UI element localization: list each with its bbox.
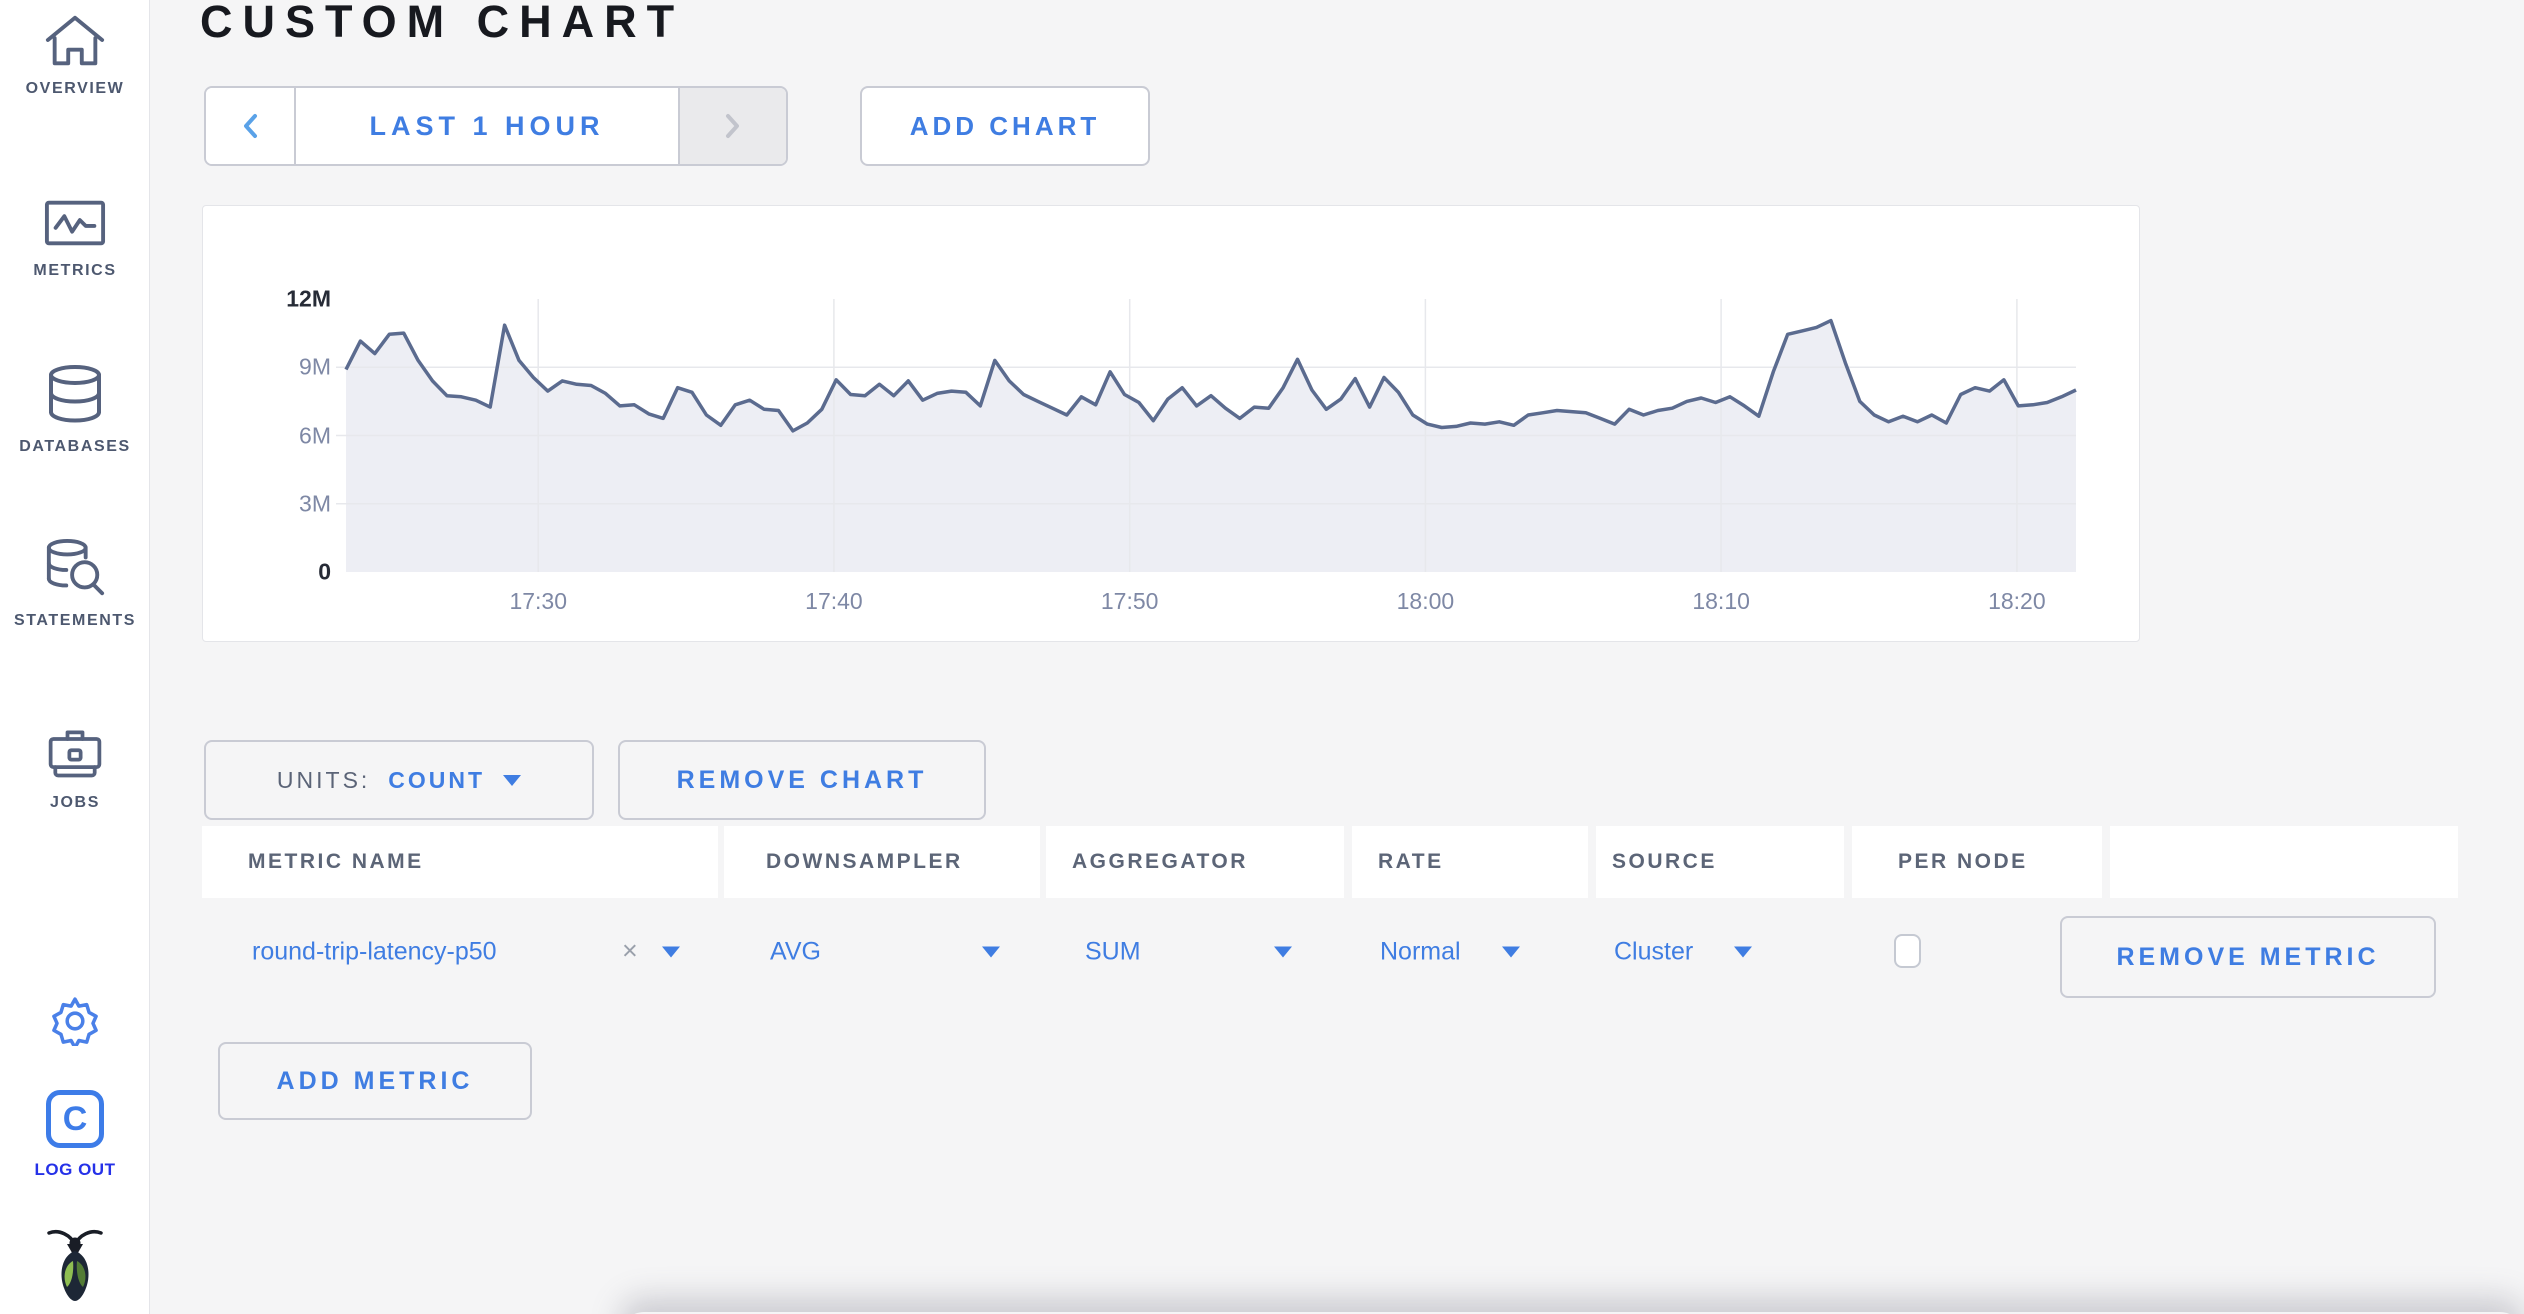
column-header-metric-name: METRIC NAME [248,850,424,873]
y-tick-label: 0 [318,558,331,585]
per-node-checkbox[interactable] [1894,934,1921,968]
page-title: CUSTOM CHART [200,0,685,47]
source-caret-down-icon[interactable] [1734,946,1752,958]
cockroach-c-logo: C [46,1090,104,1148]
databases-icon [49,365,101,423]
rate-select[interactable]: Normal [1380,938,1461,967]
x-tick-label: 17:50 [1100,588,1159,614]
home-icon [45,15,105,66]
sidebar-item-label: METRICS [33,262,117,279]
sidebar-item-overview[interactable]: OVERVIEW [0,12,150,98]
sidebar-item-label: DATABASES [19,438,131,455]
sidebar-item-label: JOBS [50,794,100,811]
chart-card: 0 3M 6M 9M 12M 17:30 17:40 17:50 18:00 18:10 18:2… [202,205,2140,642]
column-header-downsampler: DOWNSAMPLER [766,850,963,873]
cockroach-bug-icon [47,1230,103,1301]
y-tick-label: 12M [286,285,331,312]
sidebar: OVERVIEW METRICS DATABASES STATEMENTS JO… [0,0,150,1314]
source-select[interactable]: Cluster [1614,938,1693,967]
sidebar-item-settings[interactable] [0,996,150,1046]
brand-logo [0,1226,150,1304]
aggregator-caret-down-icon[interactable] [1274,946,1292,958]
y-tick-label: 9M [299,353,331,380]
units-label: UNITS: [276,766,371,793]
c-logo-letter: C [62,1099,88,1138]
statements-icon [46,538,105,596]
column-header-aggregator: AGGREGATOR [1072,850,1248,873]
column-header-per-node: PER NODE [1898,850,2028,873]
sidebar-item-label: OVERVIEW [25,80,125,97]
sidebar-item-databases[interactable]: DATABASES [0,364,150,456]
downsampler-caret-down-icon[interactable] [982,946,1000,958]
chevron-left-icon [244,114,257,138]
y-tick-label: 6M [299,422,331,448]
time-range-label[interactable]: LAST 1 HOUR [296,88,678,164]
add-chart-button[interactable]: ADD CHART [860,86,1150,166]
add-metric-button[interactable]: ADD METRIC [218,1042,532,1120]
x-tick-label: 17:30 [509,588,567,614]
x-tick-label: 17:40 [805,588,863,614]
sidebar-item-label: STATEMENTS [13,612,137,629]
logout-label: LOG OUT [34,1160,116,1179]
time-range-prev-button[interactable] [206,88,296,164]
downsampler-select[interactable]: AVG [770,938,821,967]
sidebar-item-statements[interactable]: STATEMENTS [0,538,150,630]
caret-down-icon [503,774,522,786]
y-tick-label: 3M [299,490,331,517]
x-tick-label: 18:10 [1692,588,1750,614]
sidebar-item-jobs[interactable]: JOBS [0,724,150,812]
metric-caret-down-icon[interactable] [662,946,680,958]
sidebar-item-logout[interactable]: C LOG OUT [0,1090,150,1180]
sidebar-item-metrics[interactable]: METRICS [0,194,150,280]
line-chart [336,299,2077,572]
jobs-icon [48,730,102,778]
chevron-right-icon [726,114,739,138]
clear-metric-icon[interactable]: × [622,936,638,967]
remove-metric-button[interactable]: REMOVE METRIC [2060,916,2436,998]
aggregator-select[interactable]: SUM [1085,938,1141,967]
time-range-next-button[interactable] [678,88,786,164]
rate-caret-down-icon[interactable] [1502,946,1520,958]
units-dropdown[interactable]: UNITS: COUNT [204,740,594,820]
column-header-source: SOURCE [1612,850,1717,873]
column-header-rate: RATE [1378,850,1444,873]
time-range-selector: LAST 1 HOUR [204,86,788,166]
x-tick-label: 18:20 [1988,588,2046,614]
metric-name-value[interactable]: round-trip-latency-p50 [252,938,497,967]
units-value: COUNT [388,766,486,793]
x-tick-label: 18:00 [1396,588,1455,614]
gear-icon [52,997,98,1046]
remove-chart-button[interactable]: REMOVE CHART [618,740,986,820]
metrics-icon [44,200,106,246]
header-cell [2110,826,2458,898]
